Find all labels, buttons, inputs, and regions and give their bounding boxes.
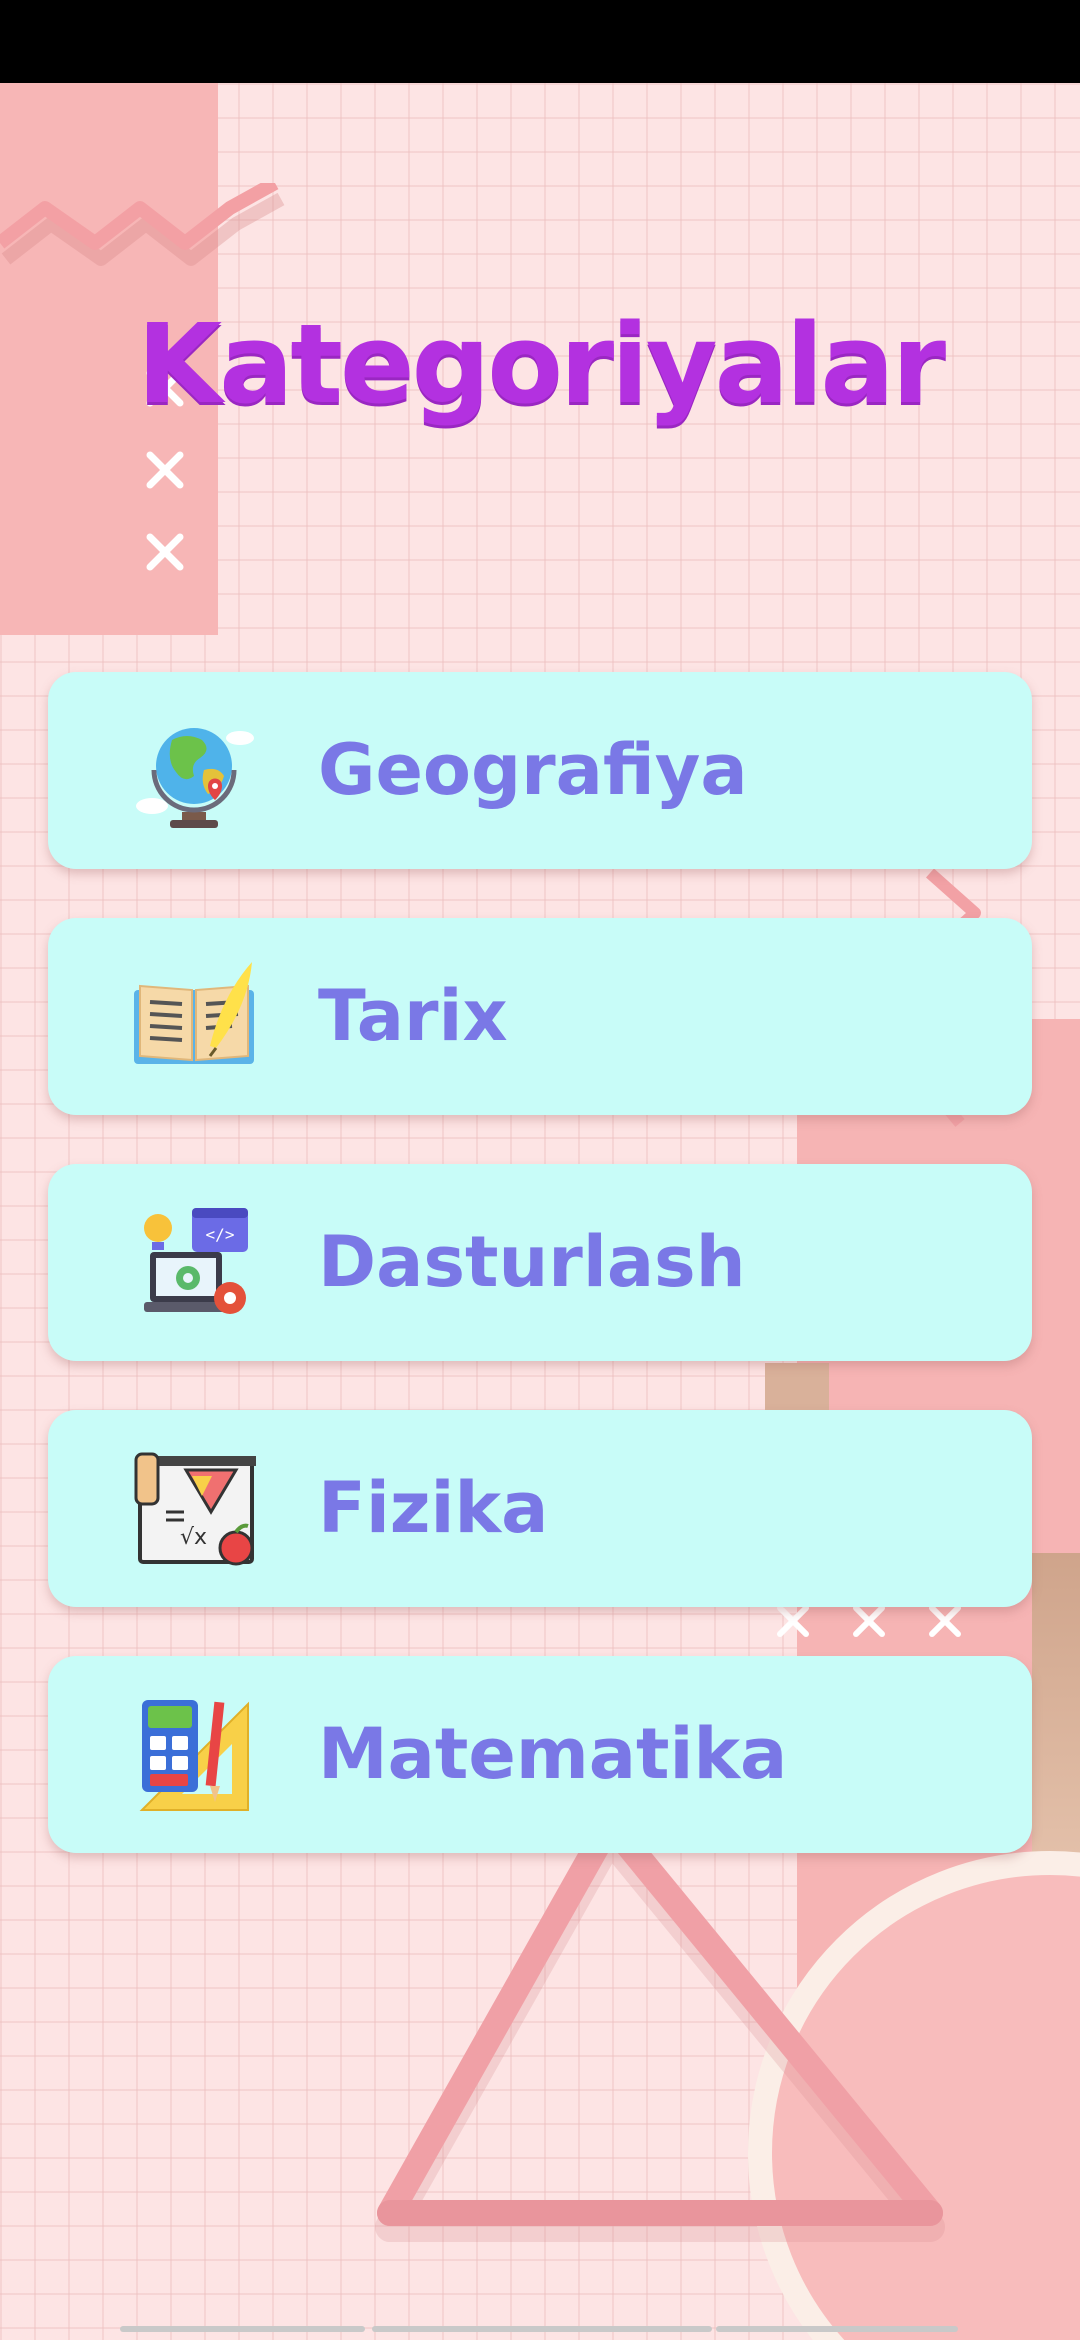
physics-board-icon: √x [134, 1452, 256, 1566]
svg-text:</>: </> [206, 1225, 235, 1244]
calculator-ruler-icon [139, 1700, 249, 1811]
gesture-bar-segment [716, 2326, 958, 2332]
status-bar [0, 0, 1080, 83]
category-label-tarix: Tarix [318, 975, 508, 1057]
category-card-tarix[interactable]: Tarix [48, 918, 1032, 1115]
category-card-geografiya[interactable]: Geografiya [48, 672, 1032, 869]
category-list: Geografiya Tarix </> Dasturlash √x Fizik… [48, 672, 1032, 1902]
category-card-dasturlash[interactable]: </> Dasturlash [48, 1164, 1032, 1361]
gesture-bar-segment [372, 2326, 712, 2332]
gesture-bar-segment [120, 2326, 365, 2332]
category-label-geografiya: Geografiya [318, 729, 748, 811]
category-label-fizika: Fizika [318, 1467, 549, 1549]
globe-icon [136, 728, 254, 828]
programming-laptop-icon: </> [144, 1208, 248, 1314]
category-label-matematika: Matematika [318, 1713, 788, 1795]
svg-text:√x: √x [180, 1525, 207, 1550]
page-title: Kategoriyalar [136, 300, 946, 428]
category-label-dasturlash: Dasturlash [318, 1221, 746, 1303]
category-card-fizika[interactable]: √x Fizika [48, 1410, 1032, 1607]
open-book-icon [134, 962, 254, 1064]
zigzag-decoration [0, 183, 285, 266]
category-card-matematika[interactable]: Matematika [48, 1656, 1032, 1853]
